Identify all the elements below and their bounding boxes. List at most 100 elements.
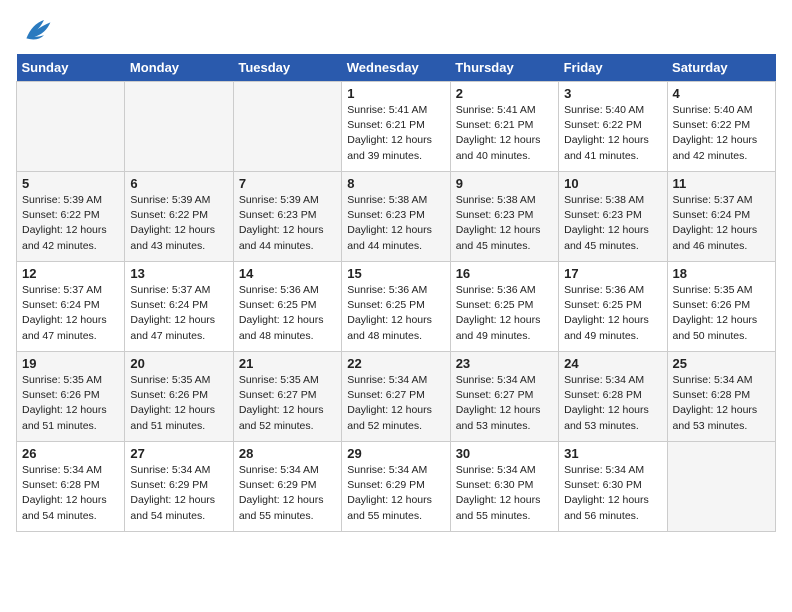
- day-number: 1: [347, 86, 444, 101]
- weekday-header-tuesday: Tuesday: [233, 54, 341, 82]
- calendar-cell: 11 Sunrise: 5:37 AMSunset: 6:24 PMDayligh…: [667, 172, 775, 262]
- logo: [16, 16, 52, 44]
- day-number: 31: [564, 446, 661, 461]
- day-info: Sunrise: 5:34 AMSunset: 6:30 PMDaylight:…: [564, 463, 661, 524]
- day-number: 23: [456, 356, 553, 371]
- calendar-cell: 6 Sunrise: 5:39 AMSunset: 6:22 PMDaylight…: [125, 172, 233, 262]
- day-info: Sunrise: 5:40 AMSunset: 6:22 PMDaylight:…: [673, 103, 770, 164]
- day-number: 4: [673, 86, 770, 101]
- calendar-cell: 16 Sunrise: 5:36 AMSunset: 6:25 PMDayligh…: [450, 262, 558, 352]
- day-info: Sunrise: 5:34 AMSunset: 6:29 PMDaylight:…: [130, 463, 227, 524]
- day-info: Sunrise: 5:34 AMSunset: 6:29 PMDaylight:…: [239, 463, 336, 524]
- day-number: 26: [22, 446, 119, 461]
- day-info: Sunrise: 5:37 AMSunset: 6:24 PMDaylight:…: [22, 283, 119, 344]
- day-info: Sunrise: 5:34 AMSunset: 6:30 PMDaylight:…: [456, 463, 553, 524]
- calendar-cell: 3 Sunrise: 5:40 AMSunset: 6:22 PMDaylight…: [559, 82, 667, 172]
- calendar-cell: 26 Sunrise: 5:34 AMSunset: 6:28 PMDayligh…: [17, 442, 125, 532]
- day-info: Sunrise: 5:34 AMSunset: 6:28 PMDaylight:…: [22, 463, 119, 524]
- day-info: Sunrise: 5:34 AMSunset: 6:28 PMDaylight:…: [564, 373, 661, 434]
- day-number: 21: [239, 356, 336, 371]
- day-number: 25: [673, 356, 770, 371]
- calendar-cell: [233, 82, 341, 172]
- day-number: 8: [347, 176, 444, 191]
- day-number: 19: [22, 356, 119, 371]
- day-info: Sunrise: 5:34 AMSunset: 6:27 PMDaylight:…: [456, 373, 553, 434]
- calendar-cell: 30 Sunrise: 5:34 AMSunset: 6:30 PMDayligh…: [450, 442, 558, 532]
- calendar-cell: 20Sunrise: 5:35 AMSunset: 6:26 PMDayligh…: [125, 352, 233, 442]
- calendar-cell: 8 Sunrise: 5:38 AMSunset: 6:23 PMDaylight…: [342, 172, 450, 262]
- logo-bird-icon: [20, 16, 52, 44]
- calendar-cell: 13 Sunrise: 5:37 AMSunset: 6:24 PMDayligh…: [125, 262, 233, 352]
- day-info: Sunrise: 5:35 AMSunset: 6:26 PMDaylight:…: [673, 283, 770, 344]
- calendar-cell: 4 Sunrise: 5:40 AMSunset: 6:22 PMDaylight…: [667, 82, 775, 172]
- weekday-header-friday: Friday: [559, 54, 667, 82]
- day-number: 22: [347, 356, 444, 371]
- day-info: Sunrise: 5:38 AMSunset: 6:23 PMDaylight:…: [347, 193, 444, 254]
- weekday-header-monday: Monday: [125, 54, 233, 82]
- day-number: 7: [239, 176, 336, 191]
- calendar-cell: 17 Sunrise: 5:36 AMSunset: 6:25 PMDayligh…: [559, 262, 667, 352]
- calendar-cell: [17, 82, 125, 172]
- calendar-cell: 9 Sunrise: 5:38 AMSunset: 6:23 PMDaylight…: [450, 172, 558, 262]
- day-number: 3: [564, 86, 661, 101]
- calendar-table: SundayMondayTuesdayWednesdayThursdayFrid…: [16, 54, 776, 532]
- day-number: 29: [347, 446, 444, 461]
- calendar-cell: 5 Sunrise: 5:39 AMSunset: 6:22 PMDaylight…: [17, 172, 125, 262]
- calendar-cell: 29 Sunrise: 5:34 AMSunset: 6:29 PMDayligh…: [342, 442, 450, 532]
- day-info: Sunrise: 5:36 AMSunset: 6:25 PMDaylight:…: [239, 283, 336, 344]
- day-number: 27: [130, 446, 227, 461]
- day-number: 14: [239, 266, 336, 281]
- day-info: Sunrise: 5:34 AMSunset: 6:27 PMDaylight:…: [347, 373, 444, 434]
- calendar-cell: 12 Sunrise: 5:37 AMSunset: 6:24 PMDayligh…: [17, 262, 125, 352]
- day-info: Sunrise: 5:37 AMSunset: 6:24 PMDaylight:…: [130, 283, 227, 344]
- day-number: 16: [456, 266, 553, 281]
- day-number: 30: [456, 446, 553, 461]
- calendar-cell: 24 Sunrise: 5:34 AMSunset: 6:28 PMDayligh…: [559, 352, 667, 442]
- day-number: 20: [130, 356, 227, 371]
- day-info: Sunrise: 5:41 AMSunset: 6:21 PMDaylight:…: [456, 103, 553, 164]
- day-info: Sunrise: 5:38 AMSunset: 6:23 PMDaylight:…: [564, 193, 661, 254]
- calendar-cell: 25Sunrise: 5:34 AMSunset: 6:28 PMDayligh…: [667, 352, 775, 442]
- calendar-cell: 2Sunrise: 5:41 AMSunset: 6:21 PMDaylight…: [450, 82, 558, 172]
- calendar-cell: [667, 442, 775, 532]
- day-info: Sunrise: 5:36 AMSunset: 6:25 PMDaylight:…: [564, 283, 661, 344]
- weekday-header-saturday: Saturday: [667, 54, 775, 82]
- calendar-cell: 1 Sunrise: 5:41 AMSunset: 6:21 PMDaylight…: [342, 82, 450, 172]
- day-info: Sunrise: 5:38 AMSunset: 6:23 PMDaylight:…: [456, 193, 553, 254]
- day-info: Sunrise: 5:40 AMSunset: 6:22 PMDaylight:…: [564, 103, 661, 164]
- calendar-cell: 28Sunrise: 5:34 AMSunset: 6:29 PMDayligh…: [233, 442, 341, 532]
- day-info: Sunrise: 5:39 AMSunset: 6:22 PMDaylight:…: [22, 193, 119, 254]
- calendar-cell: 22 Sunrise: 5:34 AMSunset: 6:27 PMDayligh…: [342, 352, 450, 442]
- calendar-cell: 21 Sunrise: 5:35 AMSunset: 6:27 PMDayligh…: [233, 352, 341, 442]
- calendar-cell: 18 Sunrise: 5:35 AMSunset: 6:26 PMDayligh…: [667, 262, 775, 352]
- calendar-cell: 23 Sunrise: 5:34 AMSunset: 6:27 PMDayligh…: [450, 352, 558, 442]
- day-number: 18: [673, 266, 770, 281]
- weekday-header-thursday: Thursday: [450, 54, 558, 82]
- calendar-cell: 27 Sunrise: 5:34 AMSunset: 6:29 PMDayligh…: [125, 442, 233, 532]
- day-number: 5: [22, 176, 119, 191]
- day-info: Sunrise: 5:34 AMSunset: 6:29 PMDaylight:…: [347, 463, 444, 524]
- day-info: Sunrise: 5:41 AMSunset: 6:21 PMDaylight:…: [347, 103, 444, 164]
- day-number: 17: [564, 266, 661, 281]
- day-info: Sunrise: 5:37 AMSunset: 6:24 PMDaylight:…: [673, 193, 770, 254]
- day-number: 9: [456, 176, 553, 191]
- day-number: 11: [673, 176, 770, 191]
- day-number: 6: [130, 176, 227, 191]
- page-header: [16, 16, 776, 44]
- day-info: Sunrise: 5:35 AMSunset: 6:27 PMDaylight:…: [239, 373, 336, 434]
- day-number: 15: [347, 266, 444, 281]
- day-number: 13: [130, 266, 227, 281]
- calendar-cell: 10Sunrise: 5:38 AMSunset: 6:23 PMDayligh…: [559, 172, 667, 262]
- calendar-cell: 19 Sunrise: 5:35 AMSunset: 6:26 PMDayligh…: [17, 352, 125, 442]
- day-info: Sunrise: 5:36 AMSunset: 6:25 PMDaylight:…: [456, 283, 553, 344]
- calendar-cell: 15Sunrise: 5:36 AMSunset: 6:25 PMDayligh…: [342, 262, 450, 352]
- day-number: 24: [564, 356, 661, 371]
- calendar-cell: 7Sunrise: 5:39 AMSunset: 6:23 PMDaylight…: [233, 172, 341, 262]
- day-info: Sunrise: 5:35 AMSunset: 6:26 PMDaylight:…: [22, 373, 119, 434]
- calendar-cell: [125, 82, 233, 172]
- day-number: 12: [22, 266, 119, 281]
- calendar-cell: 31 Sunrise: 5:34 AMSunset: 6:30 PMDayligh…: [559, 442, 667, 532]
- day-info: Sunrise: 5:39 AMSunset: 6:22 PMDaylight:…: [130, 193, 227, 254]
- calendar-cell: 14 Sunrise: 5:36 AMSunset: 6:25 PMDayligh…: [233, 262, 341, 352]
- weekday-header-wednesday: Wednesday: [342, 54, 450, 82]
